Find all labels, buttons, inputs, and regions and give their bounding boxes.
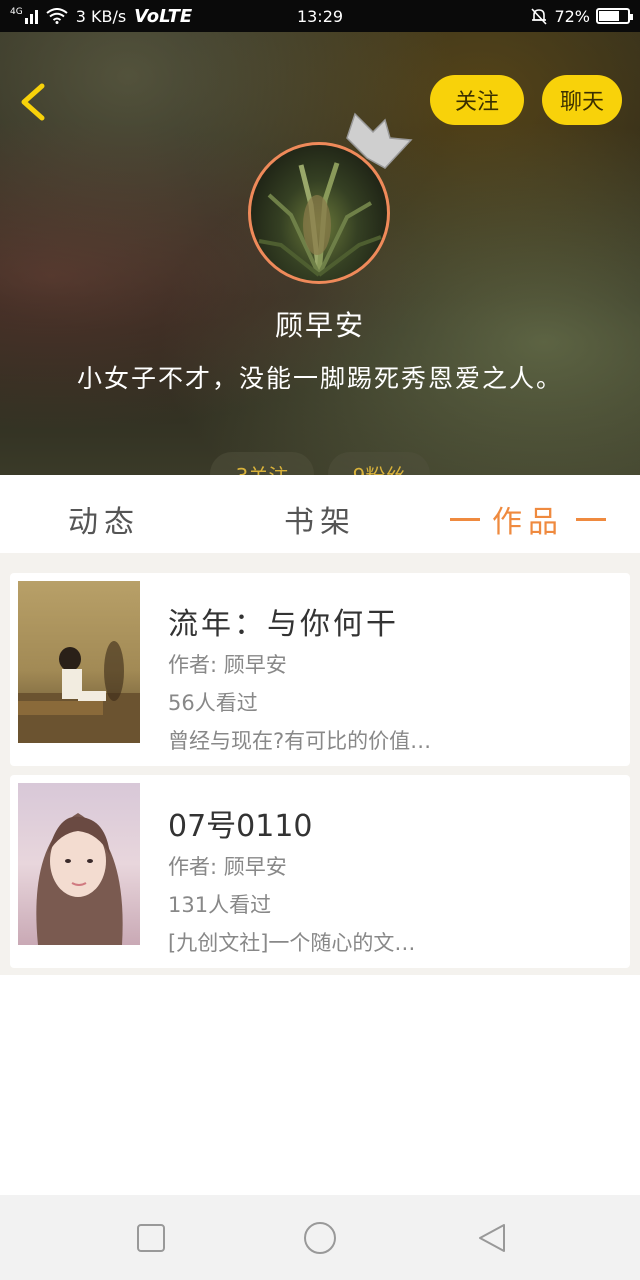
back-chevron-icon[interactable] (14, 80, 54, 124)
list-item[interactable]: 07号0110 作者: 顾早安 131人看过 [九创文社]一个随心的文… (10, 775, 630, 968)
work-description: 曾经与现在?有可比的价值… (168, 729, 432, 753)
profile-header: 关注 聊天 顾早安 小女子不才，没能一脚踢死秀恩爱之人。 3关注 9粉丝 (0, 32, 640, 475)
recent-apps-square-icon[interactable] (133, 1220, 169, 1256)
battery-fill (599, 11, 620, 21)
status-left: 4G 3 KB/s VoLTE (10, 6, 192, 27)
volte-label: VoLTE (134, 5, 193, 27)
following-count[interactable]: 3关注 (210, 452, 314, 475)
system-nav-bar (0, 1195, 640, 1280)
status-bar: 4G 3 KB/s VoLTE 13:29 72% (0, 0, 640, 32)
works-list: 流年：与你何干 作者: 顾早安 56人看过 曾经与现在?有可比的价值… 07号0… (0, 563, 640, 975)
work-views: 131人看过 (168, 893, 272, 917)
tab-active-dash-right (576, 517, 606, 521)
home-circle-icon[interactable] (302, 1220, 338, 1256)
network-type: 4G (10, 7, 23, 17)
battery-icon (596, 8, 633, 24)
wifi-icon (46, 8, 68, 24)
tab-active-dash-left (450, 517, 480, 521)
chat-button[interactable]: 聊天 (542, 75, 622, 125)
work-title: 07号0110 (168, 809, 313, 844)
avatar-wrap[interactable] (248, 142, 390, 284)
mute-bell-icon (531, 8, 548, 25)
tab-bookshelf[interactable]: 书架 (284, 497, 356, 541)
network-speed: 3 KB/s (75, 6, 127, 26)
avatar[interactable] (248, 142, 390, 284)
work-author: 作者: 顾早安 (168, 653, 287, 677)
status-time: 13:29 (296, 6, 344, 26)
book-cover-image (18, 783, 140, 945)
status-right: 72% (530, 6, 633, 26)
book-cover-image (18, 581, 140, 743)
bio: 小女子不才，没能一脚踢死秀恩爱之人。 (76, 364, 563, 393)
list-item[interactable]: 流年：与你何干 作者: 顾早安 56人看过 曾经与现在?有可比的价值… (10, 573, 630, 766)
work-description: [九创文社]一个随心的文… (168, 931, 416, 955)
back-triangle-icon[interactable] (474, 1220, 510, 1256)
avatar-plant-image (258, 162, 382, 277)
username: 顾早安 (274, 309, 365, 342)
tab-works[interactable]: 作品 (450, 497, 606, 541)
signal-icon: 4G (10, 8, 38, 24)
battery-percent: 72% (554, 6, 590, 26)
follow-button[interactable]: 关注 (430, 75, 524, 125)
tab-feed[interactable]: 动态 (68, 497, 140, 541)
tab-works-label: 作品 (492, 505, 564, 540)
work-views: 56人看过 (168, 691, 258, 715)
work-author: 作者: 顾早安 (168, 855, 287, 879)
work-title: 流年：与你何干 (168, 607, 399, 642)
fans-count[interactable]: 9粉丝 (328, 452, 430, 475)
profile-tabs: 动态 书架 作品 (0, 475, 640, 563)
